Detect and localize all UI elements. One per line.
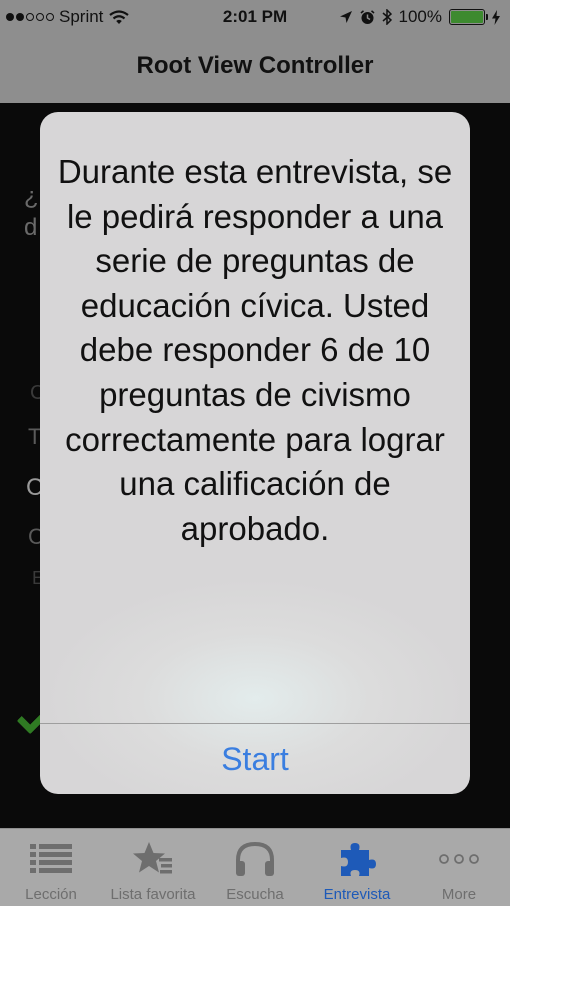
page-title: Root View Controller [136,52,374,79]
headphones-icon [204,839,306,879]
tab-escucha[interactable]: Escucha [204,829,306,906]
bluetooth-icon [382,9,392,25]
alarm-clock-icon [359,9,375,24]
tab-label: Lección [25,886,77,903]
tab-lista-favorita[interactable]: Lista favorita [102,829,204,906]
tab-bar: Lección Lista favorita Escucha Entrevist… [0,828,510,906]
more-dots-icon [408,839,510,879]
alert-message: Durante esta entrevista, se le pedirá re… [57,153,453,547]
phone-screen: Sprint 2:01 PM 100% Root View Controller… [0,0,510,906]
location-arrow-icon [339,11,352,23]
battery-icon [449,9,488,25]
background-question-fragment: ¿ [24,183,39,210]
tab-label: More [441,886,477,903]
charging-bolt-icon [492,9,500,25]
status-right: 100% [339,7,500,27]
battery-percent: 100% [398,7,442,26]
tab-label: Lista favorita [110,886,196,903]
navigation-bar: Sprint 2:01 PM 100% Root View Controller [0,0,510,103]
background-question-fragment: d [24,214,38,241]
start-button[interactable]: Start [40,724,470,794]
tab-more[interactable]: More [408,829,510,906]
alert-dialog: Durante esta entrevista, se le pedirá re… [40,112,470,794]
list-icon [0,839,102,879]
tab-label: Entrevista [323,886,391,903]
status-bar: Sprint 2:01 PM 100% [0,0,510,36]
tab-label: Escucha [226,886,284,903]
tab-entrevista[interactable]: Entrevista [306,829,408,906]
tab-leccion[interactable]: Lección [0,829,102,906]
star-list-icon [102,839,204,879]
puzzle-icon [306,839,408,879]
